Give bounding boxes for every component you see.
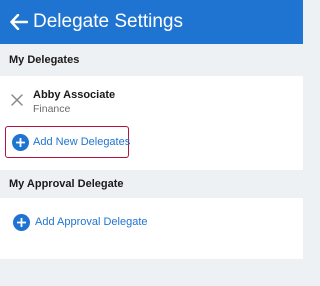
- delegate-row: Abby Associate Finance: [0, 84, 303, 118]
- page-title: Delegate Settings: [33, 11, 183, 32]
- close-icon: [11, 94, 23, 106]
- add-approval-delegate-label: Add Approval Delegate: [35, 216, 148, 228]
- my-approval-delegate-card: Add Approval Delegate: [0, 198, 303, 259]
- add-approval-delegate-button[interactable]: Add Approval Delegate: [13, 212, 148, 232]
- my-delegates-card: Abby Associate Finance Add New Delegates: [0, 76, 303, 170]
- my-approval-delegate-section-header: My Approval Delegate: [0, 170, 303, 198]
- arrow-left-icon: [10, 14, 28, 30]
- add-new-delegates-label: Add New Delegates: [33, 136, 131, 148]
- my-delegates-section-header: My Delegates: [0, 44, 303, 76]
- back-button[interactable]: [8, 11, 30, 33]
- plus-circle-icon: [13, 213, 30, 231]
- delegate-name: Abby Associate: [33, 89, 116, 101]
- add-new-delegates-button[interactable]: Add New Delegates: [5, 126, 131, 158]
- plus-circle-icon: [12, 133, 29, 151]
- delegate-department: Finance: [33, 103, 71, 115]
- app-header: Delegate Settings: [0, 0, 303, 44]
- remove-delegate-button[interactable]: [10, 93, 24, 107]
